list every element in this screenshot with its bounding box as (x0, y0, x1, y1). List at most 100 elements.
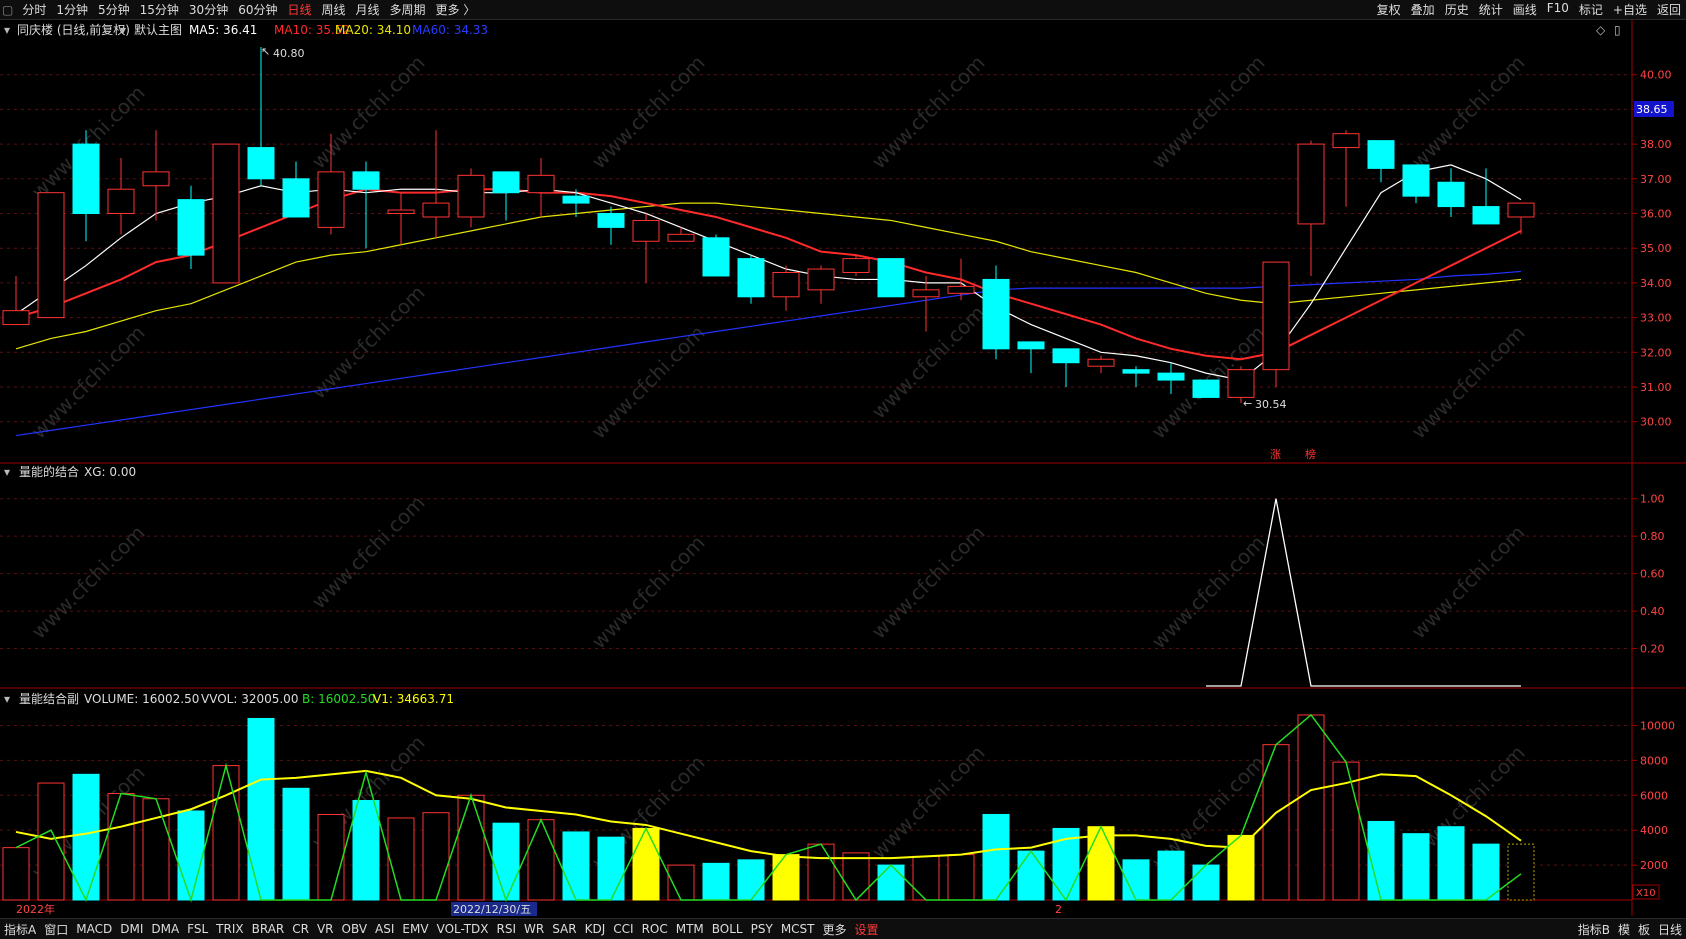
watermark-text: www.cfchi.com (307, 491, 430, 614)
candle-down (1122, 369, 1150, 374)
high-arrow-icon: ↖ (261, 45, 270, 58)
candle-up (2, 310, 30, 326)
volume-bar-down (1157, 850, 1185, 901)
period-indicator[interactable]: 日线 (1654, 921, 1686, 938)
watermark-text: www.cfchi.com (867, 741, 990, 864)
y-tick-label: 2000 (1640, 859, 1668, 872)
y-tick-label: 4000 (1640, 824, 1668, 837)
volume-bar-highlight (632, 827, 660, 901)
candle-up (142, 171, 170, 187)
dropdown-icon[interactable]: ▾ (4, 692, 10, 706)
template-label[interactable]: 默认主图 (134, 22, 182, 37)
indicator-tab[interactable]: PSY (747, 922, 777, 936)
indicator-tab[interactable]: 指标A (0, 921, 40, 938)
ranking-mark[interactable]: 榜 (1305, 447, 1316, 461)
dropdown-icon[interactable]: ▾ (120, 23, 126, 37)
candle-up (947, 285, 975, 294)
volume-bar-down (737, 859, 765, 901)
candle-down (1437, 181, 1465, 208)
candle-up (1087, 358, 1115, 367)
indicator-tab[interactable]: VR (313, 922, 338, 936)
indicator-tab[interactable]: DMI (116, 922, 147, 936)
low-arrow-icon: ← (1243, 397, 1252, 410)
candle-down (1052, 348, 1080, 364)
y-tick-label: 0.60 (1640, 568, 1665, 581)
candle-up (912, 289, 940, 298)
indicator-tab[interactable]: OBV (338, 922, 372, 936)
board-button[interactable]: 板 (1634, 921, 1654, 938)
indicator-title[interactable]: 量能结合副 (19, 691, 79, 706)
indicator-tab[interactable]: ROC (638, 922, 672, 936)
indicator-tab[interactable]: BOLL (708, 922, 747, 936)
volume-bar-down (177, 810, 205, 901)
candle-down (177, 199, 205, 256)
settings-button[interactable]: 设置 (851, 921, 883, 938)
watermark-text: www.cfchi.com (27, 521, 150, 644)
kline-chart[interactable]: www.cfchi.com www.cfchi.com www.cfchi.com w… (0, 0, 1686, 938)
indicator-tab[interactable]: SAR (548, 922, 580, 936)
indicator-tab[interactable]: CCI (609, 922, 637, 936)
volume-label: VOLUME: 16002.50 (84, 692, 199, 706)
volume-bar-highlight (1087, 826, 1115, 901)
indicator-tab[interactable]: MTM (672, 922, 708, 936)
y-tick-label: 6000 (1640, 789, 1668, 802)
volume-bar-down (702, 862, 730, 901)
indicator-tab[interactable]: WR (520, 922, 548, 936)
volume-bar-up (422, 812, 450, 901)
indicator-tab[interactable]: BRAR (248, 922, 289, 936)
indicator-tab[interactable]: KDJ (581, 922, 610, 936)
indicator-tab[interactable]: MCST (777, 922, 819, 936)
candle-down (562, 195, 590, 204)
price-tag: 38.65 (1636, 103, 1668, 116)
dropdown-icon[interactable]: ▾ (4, 23, 10, 37)
indicator-title[interactable]: 量能的结合 (19, 464, 79, 479)
indicator-tab[interactable]: 窗口 (40, 921, 72, 938)
volume-bar-up (107, 793, 135, 901)
xg-label: XG: 0.00 (84, 465, 136, 479)
y-tick-label: 37.00 (1640, 173, 1672, 186)
candle-down (72, 143, 100, 215)
limit-up-mark[interactable]: 涨 (1270, 448, 1281, 461)
diamond-icon[interactable]: ◇ (1596, 23, 1606, 37)
y-axis-ticks: 40.0039.0038.0037.0036.0035.0034.0033.00… (1632, 69, 1675, 872)
indicator-tab[interactable]: FSL (183, 922, 212, 936)
indicator-tab[interactable]: VOL-TDX (433, 922, 493, 936)
indicator-tab[interactable]: CR (288, 922, 313, 936)
volume-bar-down (282, 787, 310, 901)
volume-bar-up (387, 817, 415, 901)
panel-toggle-icon[interactable]: ▯ (1614, 23, 1621, 37)
candle-down (282, 178, 310, 218)
indicator-tab[interactable]: EMV (398, 922, 432, 936)
indicator-bar: 指标A 窗口 MACD DMI DMA FSL TRIX BRAR CR VR … (0, 918, 1686, 939)
volume-bar-up (842, 852, 870, 901)
y-tick-label: 0.20 (1640, 643, 1665, 656)
candle-down (1017, 341, 1045, 350)
indicator-tab[interactable]: RSI (493, 922, 521, 936)
watermark-text: www.cfchi.com (867, 521, 990, 644)
candle-down (1157, 372, 1185, 381)
indicator-tab[interactable]: TRIX (212, 922, 247, 936)
volume-bar-down (1017, 850, 1045, 901)
watermark-text: www.cfchi.com (307, 51, 430, 174)
template-button[interactable]: 模 (1614, 921, 1634, 938)
indicator-tab[interactable]: ASI (371, 922, 398, 936)
indicator-tab[interactable]: DMA (147, 922, 183, 936)
candle-up (632, 219, 660, 242)
candle-up (1227, 369, 1255, 398)
indicator-b-tab[interactable]: 指标B (1574, 921, 1614, 938)
indicator-tab[interactable]: MACD (72, 922, 116, 936)
candle-down (737, 258, 765, 298)
candle-up (107, 188, 135, 215)
candle-down (1472, 206, 1500, 225)
y-tick-label: 10000 (1640, 719, 1675, 732)
volume-unit: X10 (1636, 888, 1656, 899)
more-indicators-button[interactable]: 更多 (819, 921, 851, 938)
volume-bar-up (1297, 714, 1325, 901)
candle-down (1192, 379, 1220, 398)
y-tick-label: 38.00 (1640, 138, 1672, 151)
vvol-label: VVOL: 32005.00 (201, 692, 298, 706)
volume-bar-down (1402, 833, 1430, 901)
b-label: B: 16002.50 (302, 692, 375, 706)
dropdown-icon[interactable]: ▾ (4, 465, 10, 479)
v1-label: V1: 34663.71 (373, 692, 454, 706)
